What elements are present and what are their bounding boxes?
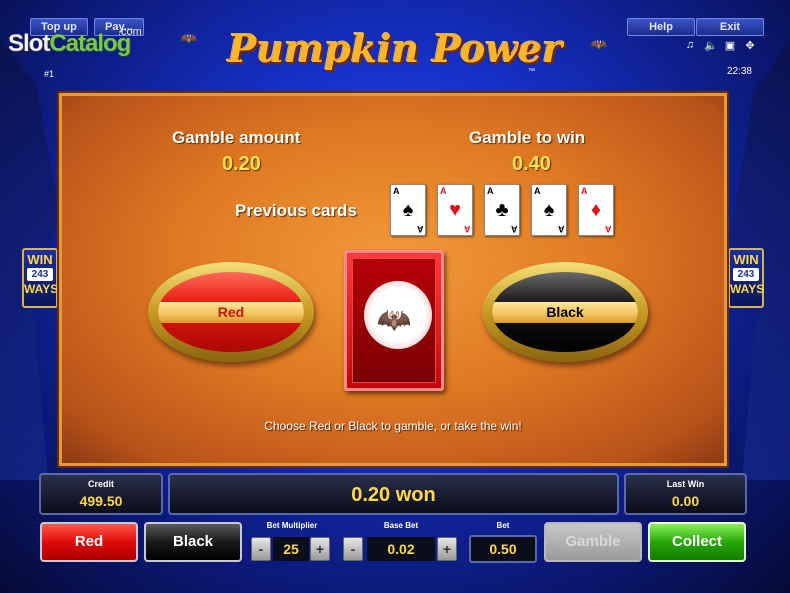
- card-rank: A: [463, 224, 471, 234]
- base-bet-label: Base Bet: [383, 521, 419, 530]
- base-bet-value: 0.02: [367, 537, 435, 561]
- card-rank: A: [416, 224, 424, 234]
- base-bet-plus-button[interactable]: +: [437, 537, 457, 561]
- clock: 22:38: [726, 66, 752, 77]
- music-note-icon[interactable]: ♫: [684, 39, 696, 52]
- message-box: 0.20 won: [168, 473, 619, 515]
- bet-label: Bet: [496, 521, 510, 530]
- game-title: Pumpkin Power: [227, 26, 563, 71]
- base-bet-minus-button[interactable]: -: [343, 537, 363, 561]
- bet-multiplier-label: Bet Multiplier: [266, 521, 318, 530]
- previous-card: A ♦ A: [578, 184, 614, 236]
- black-choice-label: Black: [492, 302, 638, 323]
- previous-cards-label: Previous cards: [235, 201, 357, 220]
- card-rank: A: [534, 186, 541, 196]
- red-choice-button[interactable]: Red: [148, 262, 314, 362]
- black-choice-button[interactable]: Black: [482, 262, 648, 362]
- black-button[interactable]: Black: [144, 522, 242, 562]
- previous-card: A ♠ A: [390, 184, 426, 236]
- fullscreen-icon[interactable]: ✥: [744, 39, 756, 52]
- card-icon[interactable]: ▣: [724, 39, 736, 52]
- card-suit-icon: ♠: [543, 199, 555, 221]
- win-message: 0.20 won: [351, 484, 436, 506]
- face-down-card: 🦇: [344, 250, 444, 391]
- card-rank: A: [393, 186, 400, 196]
- top-bar: Top up Pay... Help Exit SlotCatalog .com…: [0, 0, 790, 90]
- red-choice-label: Red: [158, 302, 304, 323]
- win-243-ways-badge-left: WIN 243 WAYS: [22, 248, 58, 308]
- speaker-icon[interactable]: 🔈: [704, 39, 718, 52]
- card-suit-icon: ♠: [402, 199, 414, 221]
- bet-multiplier-plus-button[interactable]: +: [310, 537, 330, 561]
- credit-value: 499.50: [79, 493, 123, 509]
- gamble-button[interactable]: Gamble: [544, 522, 642, 562]
- card-rank: A: [487, 186, 494, 196]
- last-win-box: Last Win 0.00: [624, 473, 747, 515]
- gamble-amount-value: 0.20: [222, 153, 261, 175]
- gamble-to-win-value: 0.40: [512, 153, 551, 175]
- card-rank: A: [557, 224, 565, 234]
- last-win-value: 0.00: [671, 493, 700, 509]
- gamble-amount-label: Gamble amount: [172, 128, 301, 147]
- card-suit-icon: ♥: [449, 199, 461, 221]
- card-rank: A: [581, 186, 588, 196]
- credit-box: Credit 499.50: [39, 473, 163, 515]
- bet-value: 0.50: [469, 535, 537, 563]
- collect-button[interactable]: Collect: [648, 522, 746, 562]
- bet-multiplier-minus-button[interactable]: -: [251, 537, 271, 561]
- credit-label: Credit: [87, 479, 114, 489]
- card-suit-icon: ♣: [495, 199, 509, 221]
- previous-card: A ♥ A: [437, 184, 473, 236]
- bat-icon: 🦇: [376, 304, 412, 335]
- red-button[interactable]: Red: [40, 522, 138, 562]
- gamble-to-win-label: Gamble to win: [469, 128, 586, 147]
- last-win-label: Last Win: [666, 479, 705, 489]
- previous-card: A ♠ A: [531, 184, 567, 236]
- bet-multiplier-value: 25: [273, 537, 309, 561]
- settings-icons: ♫ 🔈 ▣ ✥: [684, 39, 756, 52]
- gamble-panel: Gamble amount 0.20 Gamble to win 0.40 Pr…: [59, 93, 727, 466]
- previous-card: A ♣ A: [484, 184, 520, 236]
- card-rank: A: [604, 224, 612, 234]
- card-rank: A: [440, 186, 447, 196]
- card-suit-icon: ♦: [590, 199, 602, 221]
- card-rank: A: [510, 224, 518, 234]
- trademark: ™: [528, 68, 535, 75]
- win-243-ways-badge-right: WIN 243 WAYS: [728, 248, 764, 308]
- gamble-hint: Choose Red or Black to gamble, or take t…: [264, 419, 522, 433]
